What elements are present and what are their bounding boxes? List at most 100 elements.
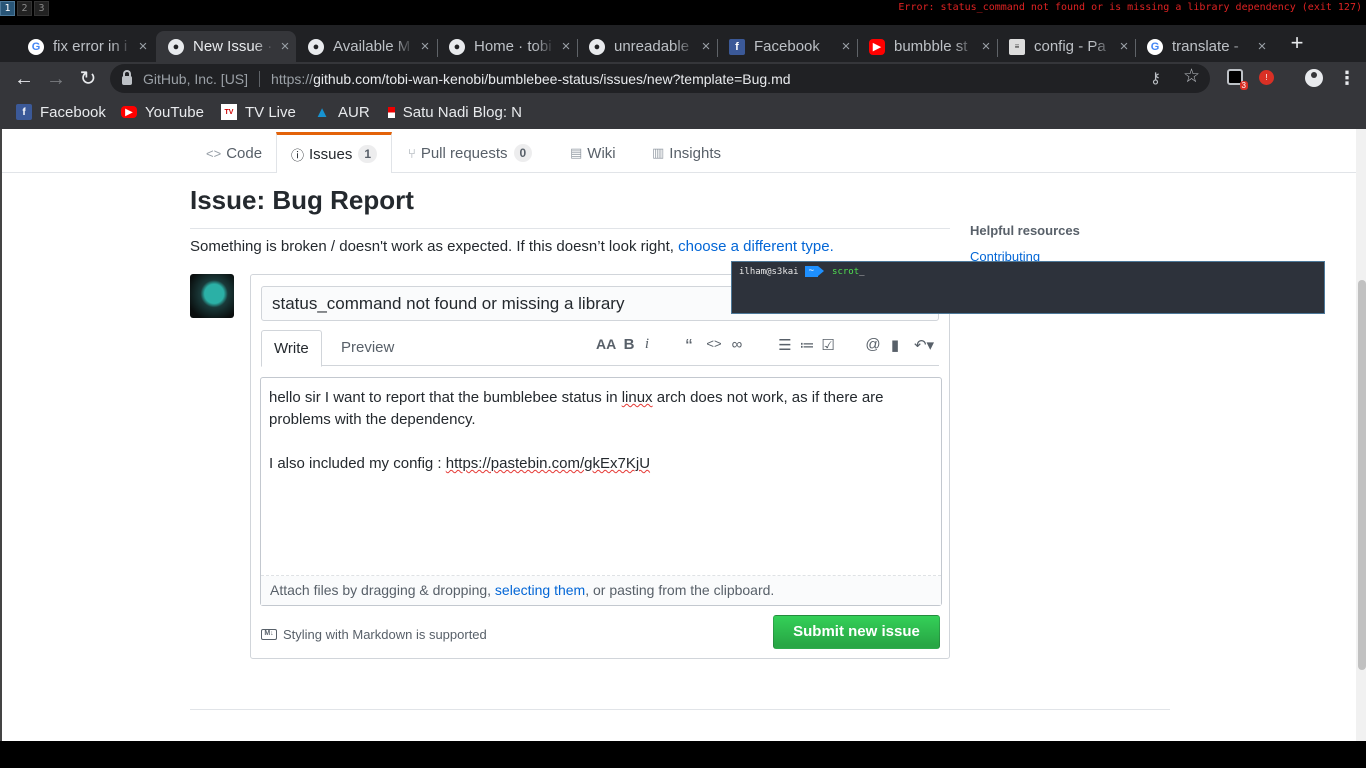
address-bar[interactable]: GitHub, Inc. [US] https://github.com/tob…: [110, 64, 1210, 93]
tab-label: config - Pa: [1034, 38, 1106, 55]
close-icon[interactable]: ×: [555, 38, 577, 55]
extension-icon[interactable]: 3: [1227, 69, 1248, 90]
tab-new-issue[interactable]: ● New Issue · t ×: [156, 31, 296, 62]
close-icon[interactable]: ×: [1113, 38, 1135, 55]
tab-preview[interactable]: Preview: [329, 330, 406, 366]
tab-label: New Issue · t: [193, 38, 274, 55]
reply-icon[interactable]: ↶▾: [910, 336, 938, 354]
github-page: <> Code ⓘ Issues 1 ⑂ Pull requests 0 ▤ Wiki ▥ I…: [0, 129, 1366, 741]
select-files-link[interactable]: selecting them: [495, 582, 585, 598]
tab-code[interactable]: <> Code: [206, 133, 262, 173]
extension-badge: 3: [1239, 81, 1248, 90]
menu-icon[interactable]: ⋮: [1338, 66, 1356, 90]
ordered-list-icon[interactable]: ≔: [797, 336, 817, 354]
bookmark-aur[interactable]: ▲ AUR: [314, 102, 370, 122]
bookmark-label: Satu Nadi Blog: N: [402, 103, 522, 121]
workspace-3[interactable]: 3: [34, 1, 49, 16]
tab-label: unreadable: [614, 38, 690, 55]
tab-translate[interactable]: G translate - ×: [1135, 31, 1273, 62]
close-icon[interactable]: ×: [695, 38, 717, 55]
url-host: github.com: [313, 70, 382, 87]
bookmark-youtube[interactable]: ▶ YouTube: [121, 102, 204, 122]
flag-icon: [388, 106, 395, 118]
tab-home-tobi[interactable]: ● Home · tobi ×: [437, 31, 577, 62]
tab-write[interactable]: Write: [261, 330, 322, 367]
tab-fix-error[interactable]: G fix error in i ×: [16, 31, 154, 62]
book-icon: ▤: [570, 145, 583, 160]
url-text[interactable]: https://github.com/tobi-wan-kenobi/bumbl…: [271, 71, 790, 87]
tab-youtube[interactable]: ▶ bumbble st ×: [857, 31, 997, 62]
text-size-icon[interactable]: AA: [596, 336, 616, 352]
bookmark-icon[interactable]: ▮: [885, 336, 905, 354]
helpful-resources-heading: Helpful resources: [970, 223, 1080, 238]
tab-insights[interactable]: ▥ Insights: [652, 133, 721, 173]
browser-chrome: G fix error in i × ● New Issue · t × ● A…: [0, 25, 1366, 129]
floating-terminal[interactable]: ilham@s3kai ~ scrot _: [731, 261, 1325, 314]
submit-issue-button[interactable]: Submit new issue: [773, 615, 940, 649]
attach-text: , or pasting from the clipboard.: [585, 582, 775, 598]
markdown-note[interactable]: M↓ Styling with Markdown is supported: [261, 627, 487, 642]
choose-type-link[interactable]: choose a different type.: [678, 238, 834, 255]
tab-label: Available M: [333, 38, 411, 55]
workspace-2[interactable]: 2: [17, 1, 32, 16]
tab-label: fix error in i: [53, 38, 128, 55]
bookmark-tv-live[interactable]: TV TV Live: [221, 102, 296, 122]
bookmark-satu-nadi[interactable]: Satu Nadi Blog: N: [388, 102, 522, 122]
github-icon: ●: [589, 38, 605, 55]
arch-icon: ▲: [314, 103, 330, 121]
bookmark-label: AUR: [338, 103, 370, 121]
tab-available[interactable]: ● Available M ×: [296, 31, 436, 62]
bottom-bar: [0, 741, 1366, 768]
extension-red-icon[interactable]: !: [1259, 70, 1274, 85]
account-icon[interactable]: [1305, 69, 1323, 87]
avatar[interactable]: [190, 274, 234, 318]
star-icon[interactable]: ☆: [1183, 65, 1200, 88]
bold-icon[interactable]: B: [619, 336, 639, 353]
youtube-icon: ▶: [869, 38, 885, 55]
scrollbar-thumb[interactable]: [1358, 280, 1366, 670]
back-icon[interactable]: ←: [12, 67, 36, 91]
tv-icon: TV: [221, 104, 237, 120]
close-icon[interactable]: ×: [414, 38, 436, 55]
tab-pull-requests[interactable]: ⑂ Pull requests 0: [408, 133, 533, 173]
github-icon: ●: [168, 38, 184, 55]
attach-files-area[interactable]: Attach files by dragging & dropping, sel…: [261, 576, 941, 605]
task-list-icon[interactable]: ☑: [818, 336, 838, 354]
reload-icon[interactable]: ↻: [76, 67, 100, 91]
site-identity[interactable]: GitHub, Inc. [US]: [143, 71, 248, 87]
tab-unreadable[interactable]: ● unreadable ×: [577, 31, 717, 62]
page-scrollbar[interactable]: [1356, 129, 1366, 741]
close-icon[interactable]: ×: [1251, 38, 1273, 55]
close-icon[interactable]: ×: [835, 38, 857, 55]
config-link-text: https://pastebin.com/gkEx7KjU: [445, 455, 651, 472]
url-path: /tobi-wan-kenobi/bumblebee-status/issues…: [381, 70, 791, 87]
tab-pastebin[interactable]: ≡ config - Pa ×: [997, 31, 1135, 62]
workspace-1[interactable]: 1: [0, 1, 15, 16]
facebook-icon: f: [16, 104, 32, 120]
forward-icon[interactable]: →: [44, 67, 68, 91]
lock-icon: [122, 70, 132, 85]
italic-icon[interactable]: i: [637, 336, 657, 353]
issue-body-textarea[interactable]: hello sir I want to report that the bumb…: [260, 377, 942, 606]
tab-facebook[interactable]: f Facebook ×: [717, 31, 857, 62]
issues-counter: 1: [358, 145, 378, 163]
code-icon[interactable]: <>: [704, 336, 724, 351]
close-icon[interactable]: ×: [975, 38, 997, 55]
issue-body-text[interactable]: hello sir I want to report that the bumb…: [261, 378, 941, 576]
close-icon[interactable]: ×: [132, 38, 154, 55]
mention-icon[interactable]: @: [863, 336, 883, 353]
bookmark-label: YouTube: [145, 103, 204, 121]
bookmark-facebook[interactable]: f Facebook: [16, 102, 106, 122]
bookmarks-bar: f Facebook ▶ YouTube TV TV Live ▲ AUR Sa…: [0, 96, 1366, 129]
link-icon[interactable]: ∞: [727, 336, 747, 353]
terminal-prompt: ilham@s3kai ~ scrot _: [739, 266, 865, 277]
close-icon[interactable]: ×: [274, 38, 296, 55]
quote-icon[interactable]: “: [679, 336, 699, 359]
tab-label: Pull requests: [420, 144, 508, 162]
unordered-list-icon[interactable]: ☰: [775, 336, 795, 354]
tab-issues[interactable]: ⓘ Issues 1: [276, 132, 393, 173]
new-tab-button[interactable]: +: [1286, 32, 1308, 55]
repo-nav: <> Code ⓘ Issues 1 ⑂ Pull requests 0 ▤ Wiki ▥ I…: [2, 129, 1356, 173]
key-icon[interactable]: ⚷: [1150, 69, 1161, 87]
tab-wiki[interactable]: ▤ Wiki: [570, 133, 616, 173]
